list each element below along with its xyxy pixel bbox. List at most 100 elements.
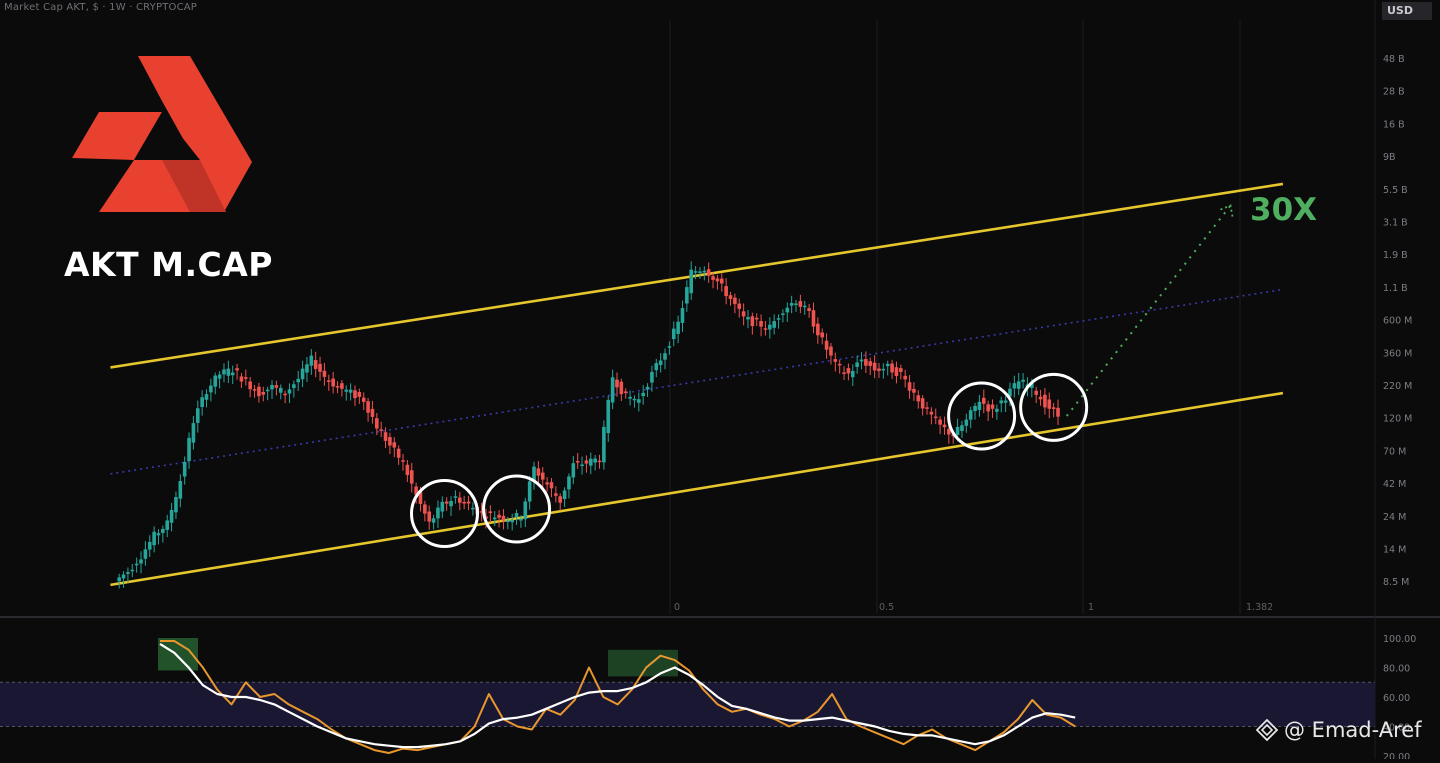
candle-body — [977, 401, 982, 410]
candle-body — [187, 437, 191, 461]
candle-body — [239, 376, 244, 382]
candle-body — [1038, 396, 1043, 400]
candle-body — [872, 362, 877, 371]
candle-body — [427, 511, 432, 522]
candle-body — [676, 321, 680, 334]
currency-badge[interactable]: USD — [1382, 2, 1432, 20]
watermark: @ Emad-Aref — [1255, 718, 1422, 742]
candle-body — [143, 549, 148, 559]
candle-body — [920, 398, 925, 409]
y-tick-label: 360 M — [1383, 348, 1412, 359]
candle-body — [602, 426, 606, 463]
candle-body — [449, 501, 453, 507]
osc-tick-label: 20.00 — [1383, 752, 1410, 759]
candle-body — [763, 328, 768, 330]
candle-body — [885, 363, 890, 367]
candle-body — [588, 458, 593, 466]
candle-body — [650, 371, 654, 383]
candle-body — [890, 363, 894, 373]
candle-body — [759, 321, 763, 327]
candle-body — [715, 278, 720, 282]
candle-body — [248, 381, 252, 390]
candle-body — [405, 464, 410, 475]
y-tick-label: 600 M — [1383, 316, 1412, 327]
y-tick-label: 42 M — [1383, 479, 1406, 490]
candle-body — [768, 324, 772, 330]
candle-body — [916, 395, 921, 402]
candle-body — [798, 301, 803, 307]
candle-body — [903, 375, 907, 380]
candle-body — [772, 321, 776, 328]
candle-body — [558, 496, 563, 503]
candle-body — [794, 303, 798, 305]
candle-body — [278, 387, 283, 393]
candle-body — [654, 363, 659, 371]
candle-body — [877, 368, 881, 371]
candle-body — [580, 464, 584, 466]
candle-body — [492, 517, 497, 520]
candle-body — [226, 368, 231, 376]
chart-header-title: Market Cap AKT, $ · 1W · CRYPTOCAP — [4, 2, 198, 13]
candle-body — [802, 305, 807, 308]
candle-body — [401, 460, 405, 462]
candle-body — [615, 379, 619, 388]
candle-body — [1056, 407, 1060, 417]
candle-body — [912, 388, 916, 393]
y-tick-label: 8.5 M — [1383, 577, 1409, 588]
candle-body — [335, 386, 340, 388]
candle-body — [217, 374, 222, 379]
candle-body — [191, 423, 196, 443]
y-tick-label: 1.1 B — [1383, 283, 1408, 294]
candle-body — [842, 372, 846, 374]
candle-body — [960, 425, 964, 432]
candle-body — [746, 317, 750, 320]
candle-body — [571, 463, 576, 478]
candle-body — [436, 507, 440, 519]
candle-body — [510, 519, 514, 523]
candle-body — [357, 392, 362, 397]
target-multiplier-label: 30X — [1250, 192, 1318, 228]
candle-body — [361, 397, 366, 402]
candle-body — [925, 407, 929, 409]
candle-body — [1012, 383, 1017, 389]
candle-body — [981, 397, 986, 404]
main-chart[interactable]: 48 B 28 B 16 B 9B 5.5 B 3.1 B 1.9 B 1.1 B 600 M 3… — [0, 0, 1440, 763]
candle-body — [567, 476, 571, 490]
candle-body — [169, 509, 174, 523]
candle-body — [1043, 394, 1047, 408]
candle-body — [938, 419, 942, 425]
candle-body — [733, 297, 737, 305]
candle-body — [540, 472, 545, 480]
candle-body — [584, 460, 589, 464]
candle-body — [846, 368, 851, 374]
candle-body — [209, 385, 213, 393]
candle-body — [968, 410, 973, 420]
candle-body — [287, 389, 292, 394]
candle-body — [986, 404, 990, 412]
candle-body — [366, 401, 370, 413]
candle-body — [833, 359, 838, 362]
candle-body — [545, 482, 549, 485]
candle-body — [606, 399, 611, 434]
candle-body — [388, 437, 392, 446]
candle-body — [230, 372, 235, 376]
candle-body — [837, 363, 842, 366]
candle-body — [562, 490, 567, 500]
chart-root: 48 B 28 B 16 B 9B 5.5 B 3.1 B 1.9 B 1.1 B 600 M 3… — [0, 0, 1440, 763]
y-tick-label: 3.1 B — [1383, 218, 1408, 229]
candle-body — [527, 481, 532, 502]
x-tick-label: 1 — [1088, 602, 1094, 613]
candle-body — [305, 364, 309, 373]
candle-body — [776, 318, 781, 320]
y-tick-label: 1.9 B — [1383, 250, 1408, 261]
candle-body — [130, 569, 135, 572]
candle-body — [628, 396, 632, 399]
candle-body — [754, 317, 759, 320]
candle-body — [274, 385, 279, 388]
candle-body — [942, 424, 947, 428]
candle-body — [431, 518, 436, 523]
candle-body — [497, 514, 501, 518]
candle-body — [671, 328, 676, 340]
candle-body — [523, 501, 528, 520]
candle-body — [1021, 379, 1025, 382]
